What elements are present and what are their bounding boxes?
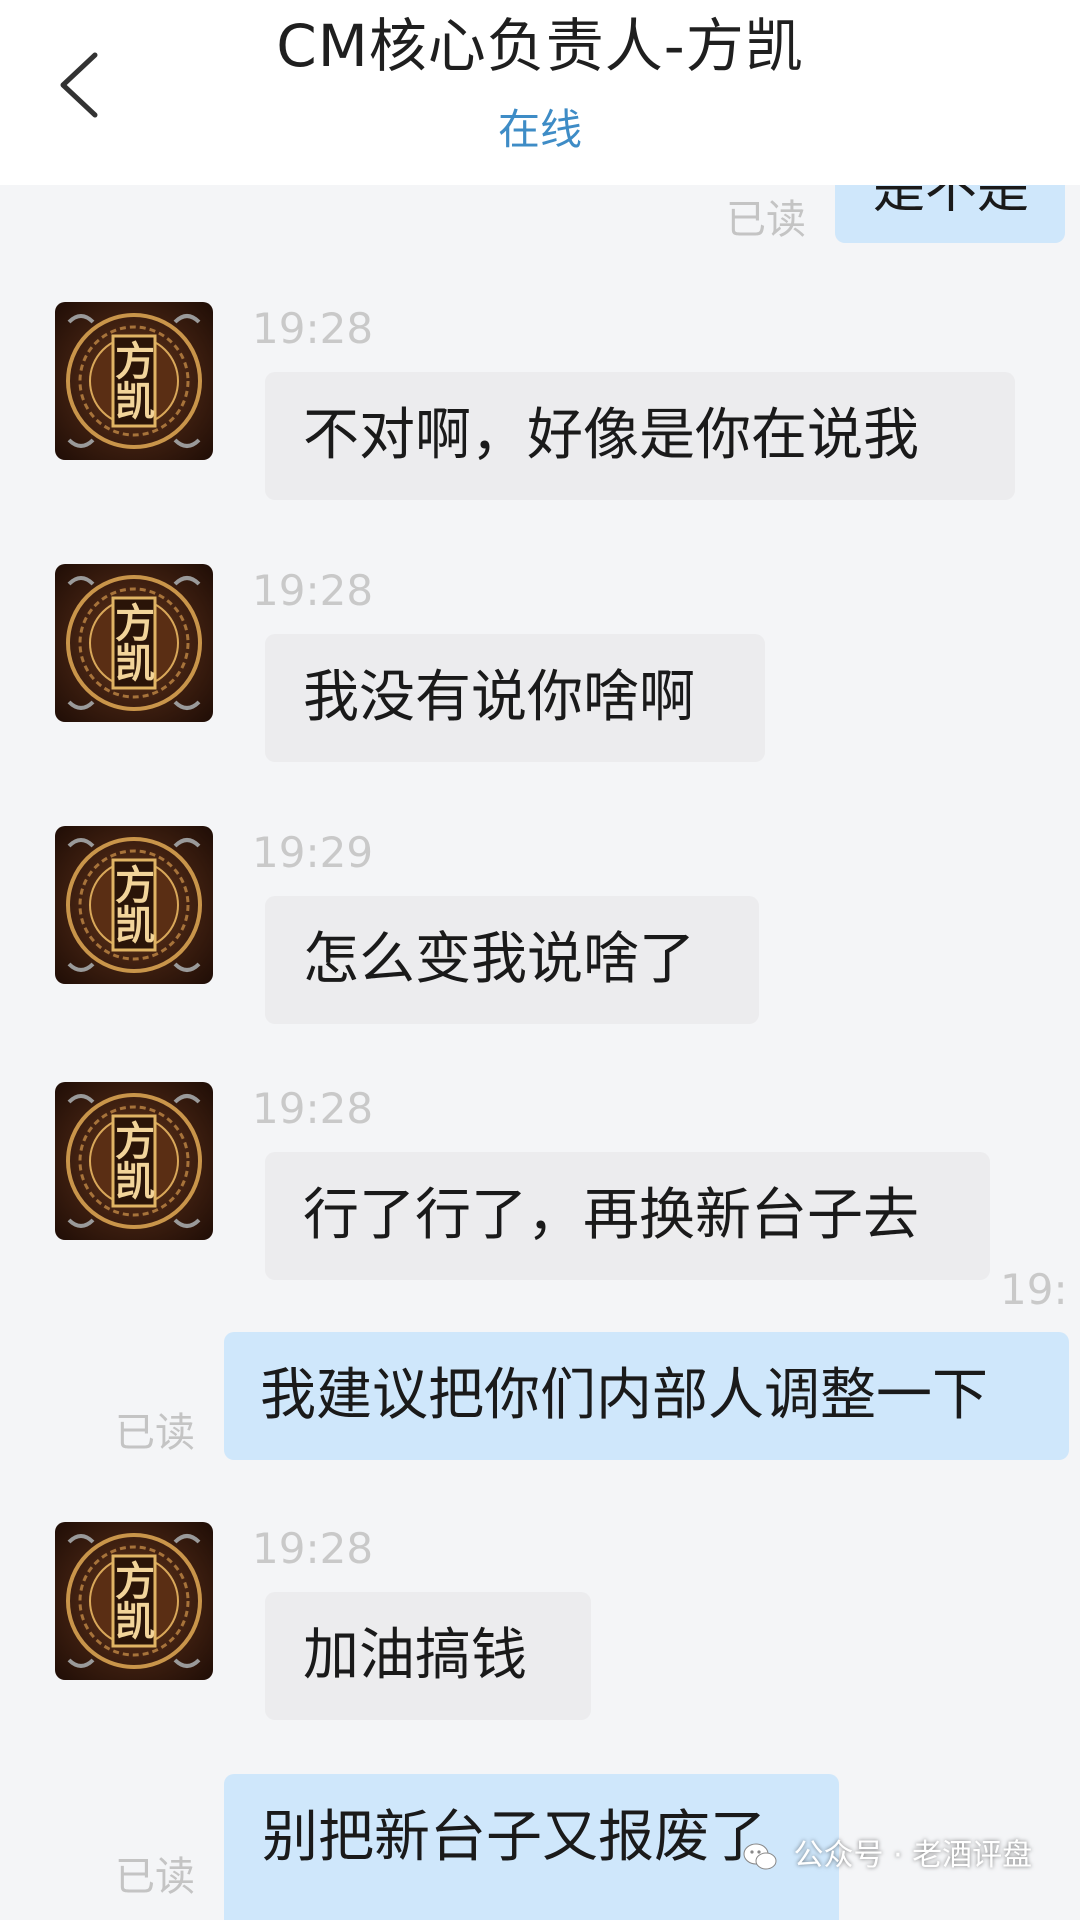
avatar[interactable]: 方 凯	[55, 1082, 213, 1240]
read-receipt: 已读	[115, 1410, 195, 1456]
read-receipt: 已读	[726, 197, 806, 243]
message-text: 行了行了，再换新台子去	[303, 1183, 919, 1248]
chat-bubble-incoming[interactable]: 我没有说你啥啊	[265, 634, 765, 762]
watermark-text: 公众号 · 老酒评盘	[793, 1838, 1033, 1873]
avatar-char: 方	[115, 1118, 155, 1165]
avatar-char: 方	[115, 600, 155, 647]
message-text: 加油搞钱	[303, 1623, 527, 1688]
chat-title: CM核心负责人-方凯	[276, 12, 804, 80]
read-receipt: 已读	[115, 1854, 195, 1900]
chat-bubble-outgoing-partial[interactable]: 是不是	[835, 115, 1065, 243]
message-time: 19:28	[252, 566, 374, 615]
avatar-char: 方	[115, 862, 155, 909]
message-text: 怎么变我说啥了	[303, 927, 695, 992]
avatar-char: 凯	[115, 378, 155, 425]
wechat-icon	[743, 1843, 777, 1869]
message-text: 不对啊，好像是你在说我	[303, 403, 919, 468]
message-text: 别把新台子又报废了	[262, 1805, 766, 1870]
chat-bubble-incoming[interactable]: 怎么变我说啥了	[265, 896, 759, 1024]
avatar-char: 凯	[115, 1158, 155, 1205]
message-time: 19:28	[252, 304, 374, 353]
avatar[interactable]: 方 凯	[55, 302, 213, 460]
chat-bubble-incoming[interactable]: 不对啊，好像是你在说我	[265, 372, 1015, 500]
watermark: 公众号 · 老酒评盘	[742, 1826, 1032, 1886]
avatar-char: 凯	[115, 640, 155, 687]
avatar[interactable]: 方 凯	[55, 1522, 213, 1680]
chat-bubble-outgoing[interactable]: 我建议把你们内部人调整一下	[224, 1332, 1069, 1460]
message-text: 我没有说你啥啊	[303, 665, 695, 730]
avatar-char: 方	[115, 338, 155, 385]
avatar-char: 方	[115, 1558, 155, 1605]
avatar[interactable]: 方 凯	[55, 564, 213, 722]
message-time: 19:28	[252, 1084, 374, 1133]
avatar-char: 凯	[115, 1598, 155, 1645]
message-time: 19:29	[252, 828, 374, 877]
avatar[interactable]: 方 凯	[55, 826, 213, 984]
message-time: 19:28	[252, 1524, 374, 1573]
chat-bubble-incoming[interactable]: 行了行了，再换新台子去	[265, 1152, 990, 1280]
message-time: 19:	[1000, 1265, 1068, 1314]
message-text: 我建议把你们内部人调整一下	[260, 1363, 988, 1428]
chat-bubble-incoming[interactable]: 加油搞钱	[265, 1592, 591, 1720]
avatar-char: 凯	[115, 902, 155, 949]
message-text: 是不是	[873, 160, 1030, 220]
